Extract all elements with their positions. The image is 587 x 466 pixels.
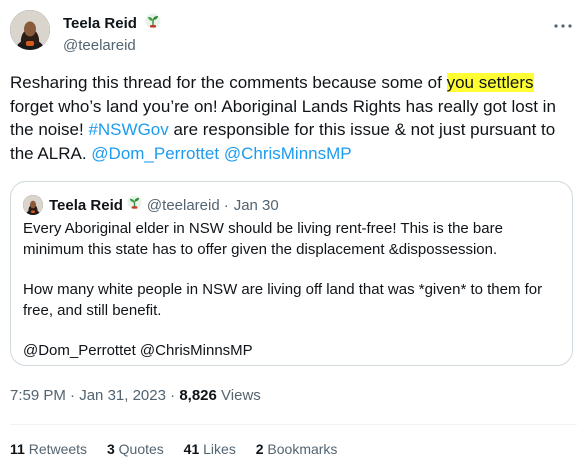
quoted-tweet-header: Teela Reid @teelareid · Jan 30 [23, 195, 279, 215]
quotes-label: Quotes [118, 441, 164, 457]
views-label: Views [221, 387, 261, 404]
bookmarks-count: 2 [255, 441, 264, 457]
engagement-stats: 11 Retweets 3 Quotes 41 Likes 2 Bookmark… [10, 441, 353, 457]
retweets-stat[interactable]: 11 Retweets [10, 441, 87, 457]
likes-stat[interactable]: 41 Likes [184, 441, 236, 457]
mention-link[interactable]: @ChrisMinnsMP [224, 144, 352, 163]
tweet-date[interactable]: Jan 31, 2023 [79, 387, 166, 404]
avatar[interactable] [10, 10, 50, 50]
highlighted-text: you settlers [446, 73, 534, 92]
likes-label: Likes [203, 441, 236, 457]
separator-dot: · [170, 387, 176, 404]
tweet-time[interactable]: 7:59 PM [10, 387, 66, 404]
views-count: 8,826 [179, 387, 217, 404]
quoted-paragraph: @Dom_Perrottet @ChrisMinnsMP [23, 342, 253, 359]
more-options-icon[interactable] [553, 16, 573, 36]
name-block: Teela Reid @teelareid [63, 13, 161, 55]
seedling-emoji-icon [127, 195, 142, 215]
divider [10, 424, 577, 425]
bookmarks-stat[interactable]: 2 Bookmarks [256, 441, 338, 457]
seedling-emoji-icon [145, 13, 161, 34]
quoted-tweet[interactable]: Teela Reid @teelareid · Jan 30 Every Abo… [10, 181, 573, 366]
quoted-paragraph: How many white people in NSW are living … [23, 281, 543, 319]
quoted-tweet-text: Every Aboriginal elder in NSW should be … [23, 219, 563, 362]
quoted-date: Jan 30 [233, 196, 279, 214]
tweet-meta: 7:59 PM · Jan 31, 2023 · 8,826 Views [10, 387, 261, 404]
bookmarks-label: Bookmarks [267, 441, 338, 457]
retweets-count: 11 [10, 441, 25, 457]
likes-count: 41 [183, 441, 200, 457]
hashtag-link[interactable]: #NSWGov [88, 120, 168, 139]
display-name[interactable]: Teela Reid [63, 15, 137, 33]
tweet-header: Teela Reid @teelareid [10, 10, 577, 54]
tweet-text-part: Resharing this thread for the comments b… [10, 73, 447, 92]
separator-dot: · [223, 196, 229, 214]
tweet: Teela Reid @teelareid Resharing this thr… [0, 0, 587, 466]
separator-dot: · [70, 387, 76, 404]
quoted-handle: @teelareid [146, 196, 220, 214]
quoted-avatar [23, 195, 43, 215]
quotes-stat[interactable]: 3 Quotes [107, 441, 164, 457]
mention-link[interactable]: @Dom_Perrottet [91, 144, 219, 163]
quoted-paragraph: Every Aboriginal elder in NSW should be … [23, 220, 503, 258]
quoted-display-name: Teela Reid [49, 196, 123, 214]
tweet-text: Resharing this thread for the comments b… [10, 71, 580, 165]
retweets-label: Retweets [28, 441, 88, 457]
handle[interactable]: @teelareid [63, 37, 161, 55]
quotes-count: 3 [106, 441, 115, 457]
